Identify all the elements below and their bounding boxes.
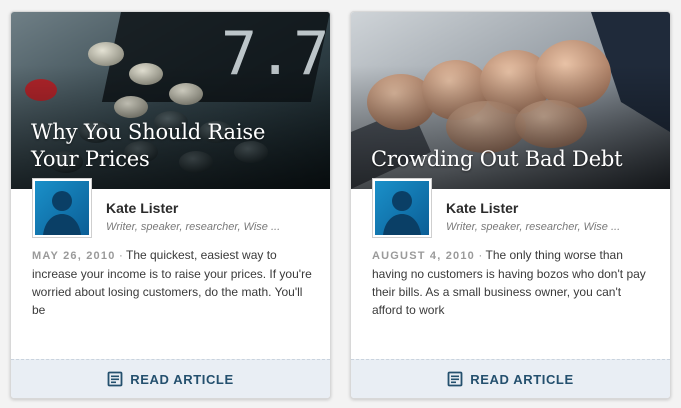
author-bio: Writer, speaker, researcher, Wise ...: [106, 221, 281, 233]
publish-date: MAY 26, 2010: [32, 250, 116, 262]
read-article-label: READ ARTICLE: [130, 371, 234, 387]
article-title[interactable]: Crowding Out Bad Debt: [371, 146, 654, 173]
read-article-button[interactable]: READ ARTICLE: [11, 359, 330, 398]
article-excerpt: MAY 26, 2010 · The quickest, easiest way…: [32, 246, 314, 319]
avatar[interactable]: [32, 178, 92, 238]
author-block: Kate Lister Writer, speaker, researcher,…: [372, 178, 662, 238]
article-card[interactable]: Crowding Out Bad Debt Kate Lister Writer…: [350, 11, 671, 399]
read-article-button[interactable]: READ ARTICLE: [351, 359, 670, 398]
author-name[interactable]: Kate Lister: [446, 200, 518, 216]
author-name[interactable]: Kate Lister: [106, 200, 178, 216]
read-article-label: READ ARTICLE: [470, 371, 574, 387]
document-icon: [107, 371, 123, 387]
date-separator: ·: [478, 248, 483, 262]
hero-image-cash-register[interactable]: 7.77 Why You Should Raise Your Prices: [11, 12, 330, 189]
publish-date: AUGUST 4, 2010: [372, 250, 476, 262]
author-bio: Writer, speaker, researcher, Wise ...: [446, 221, 621, 233]
default-user-icon: [383, 191, 421, 235]
article-card-grid: 7.77 Why You Should Raise Your Prices: [0, 0, 681, 408]
article-card[interactable]: 7.77 Why You Should Raise Your Prices: [10, 11, 331, 399]
author-block: Kate Lister Writer, speaker, researcher,…: [32, 178, 322, 238]
date-separator: ·: [118, 248, 123, 262]
document-icon: [447, 371, 463, 387]
article-title[interactable]: Why You Should Raise Your Prices: [31, 119, 314, 173]
hero-image-fist-bump[interactable]: Crowding Out Bad Debt: [351, 12, 670, 189]
article-excerpt: AUGUST 4, 2010 · The only thing worse th…: [372, 246, 654, 319]
avatar[interactable]: [372, 178, 432, 238]
default-user-icon: [43, 191, 81, 235]
